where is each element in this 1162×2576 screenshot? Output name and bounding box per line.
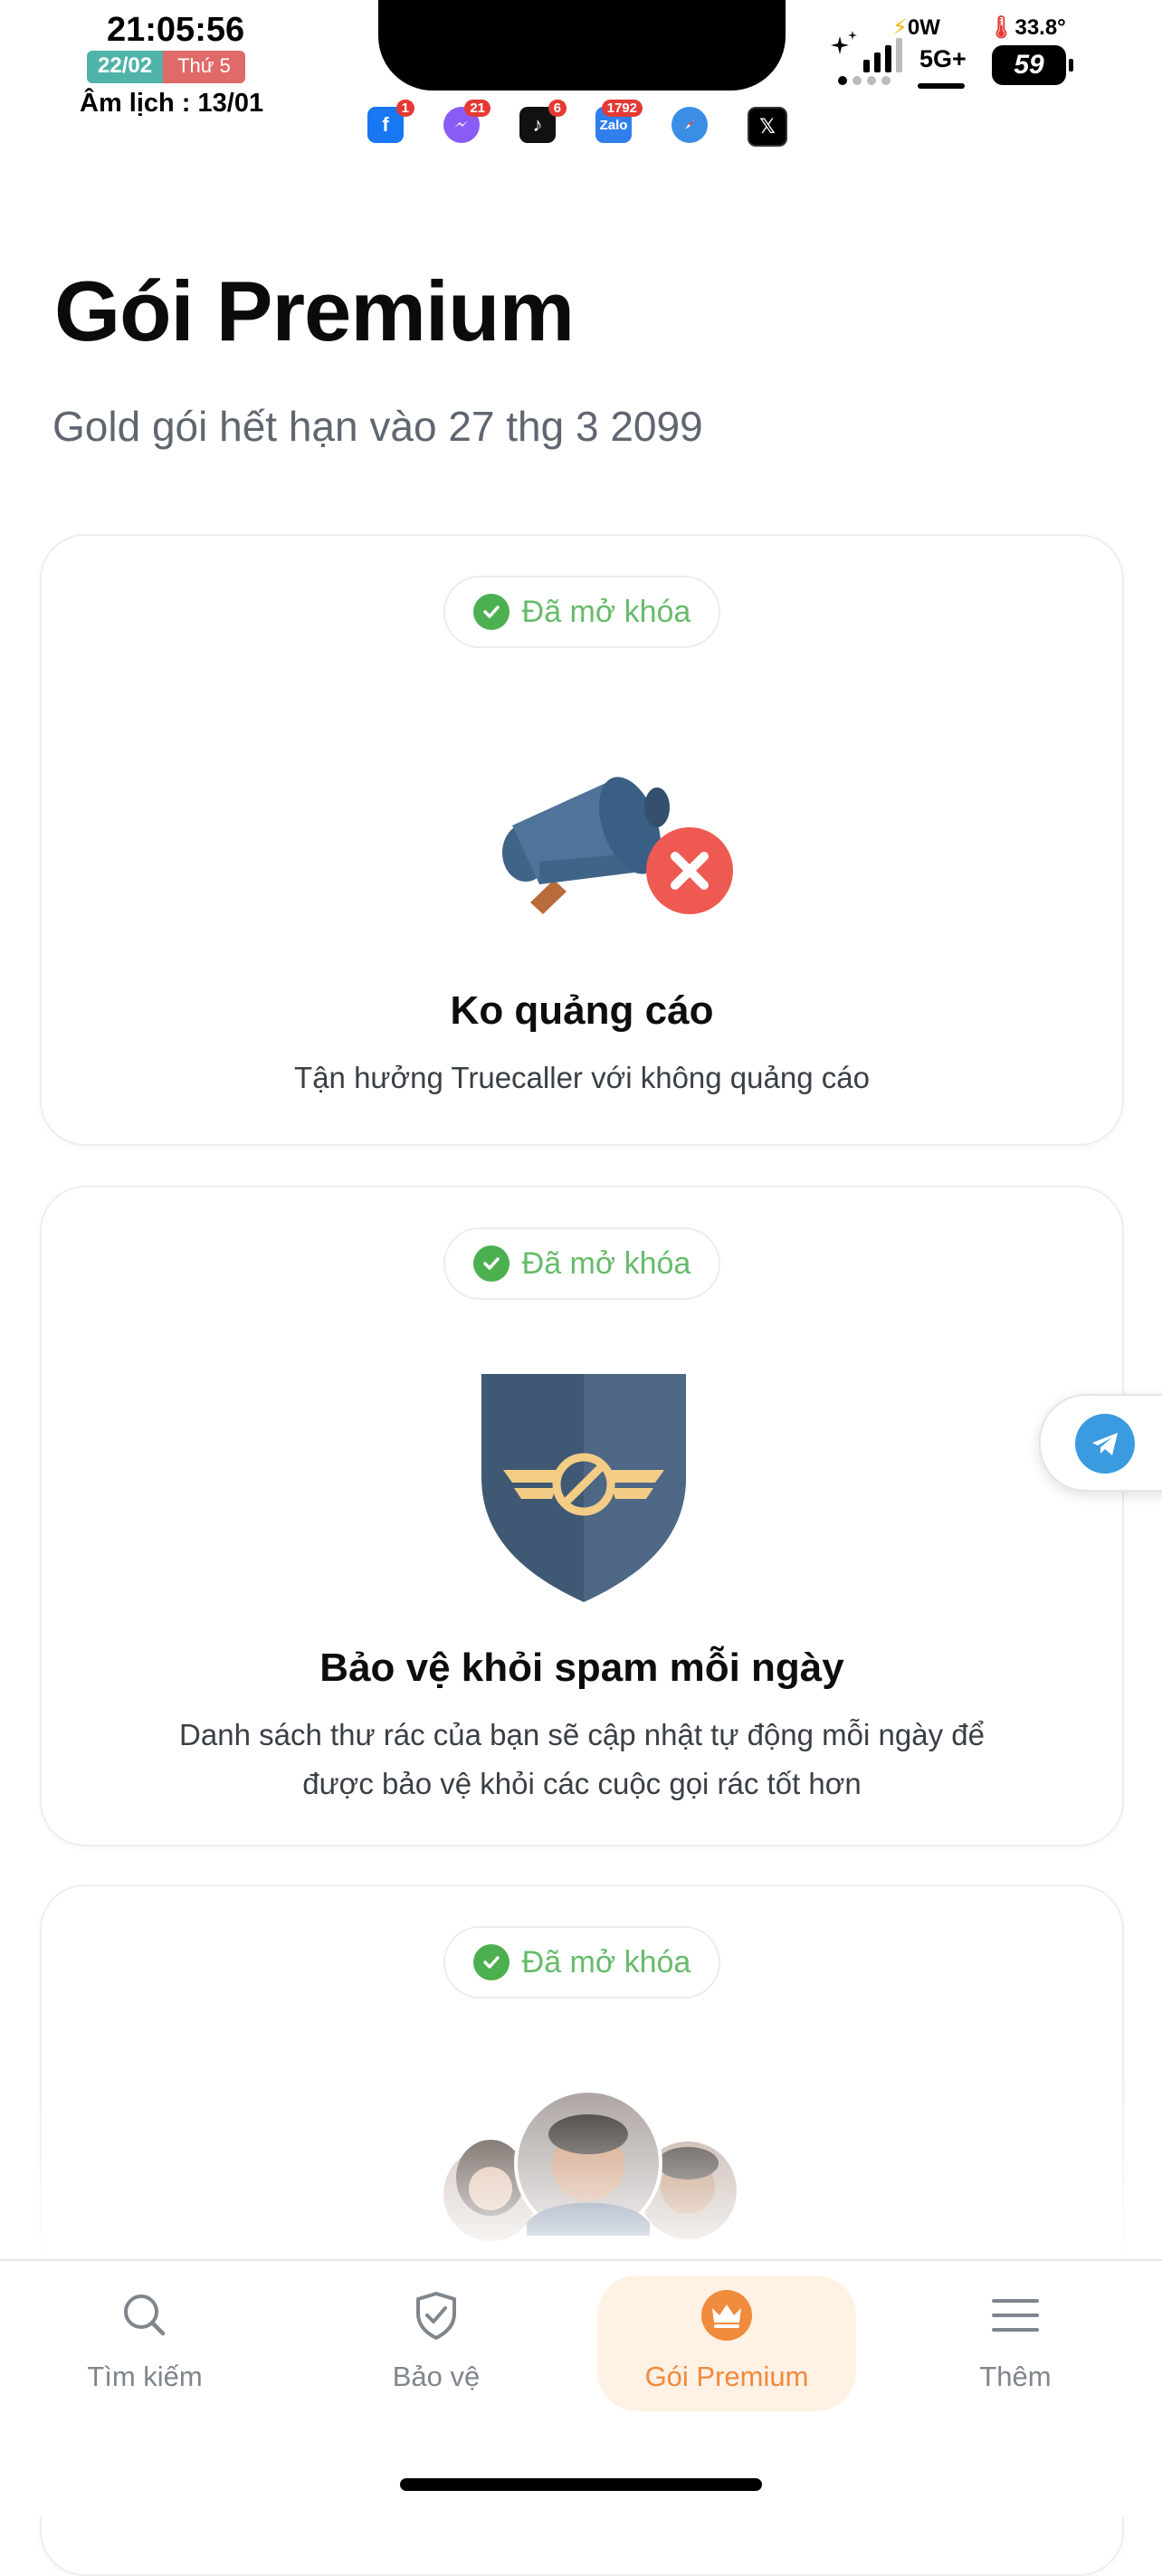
safari-icon[interactable] [671, 107, 708, 143]
date-badge: 22/02 Thứ 5 [87, 51, 245, 83]
system-indicators: ⚡0W 5G+ 🌡33.8° 59 [829, 11, 1082, 92]
tab-label: Tìm kiếm [87, 2361, 203, 2392]
telegram-icon [1075, 1414, 1135, 1474]
floating-telegram-shortcut[interactable] [1039, 1394, 1162, 1492]
unlocked-badge: Đã mở khóa [443, 1227, 720, 1300]
camera-notch [378, 0, 786, 91]
check-circle-icon [472, 1944, 510, 1980]
unlocked-label: Đã mở khóa [521, 594, 691, 629]
tab-search[interactable]: Tìm kiếm [27, 2261, 262, 2406]
tiktok-icon[interactable]: ♪ 6 [519, 100, 567, 143]
page-title: Gói Premium [54, 263, 575, 358]
temperature-readout: 🌡33.8° [987, 15, 1066, 40]
power-readout: ⚡0W [892, 15, 940, 40]
tab-more[interactable]: Thêm [898, 2261, 1133, 2406]
sim-dots [838, 76, 891, 85]
x-app-icon[interactable]: 𝕏 [748, 107, 787, 147]
tab-label: Bảo vệ [392, 2361, 481, 2392]
feature-card-no-ads: Đã mở khóa Ko quảng cáo Tận hưởng Trueca… [40, 534, 1124, 1146]
sparkle-icon [831, 31, 857, 54]
check-circle-icon [472, 594, 510, 630]
unlocked-label: Đã mở khóa [521, 1944, 691, 1980]
notification-app-icons: f 1 21 ♪ 6 Zalo 1792 𝕏 [367, 100, 802, 152]
clock: 21:05:56 [107, 11, 245, 49]
feature-card-spam-protection: Đã mở khóa Bảo vệ khỏi spam mỗi ngày Dan… [40, 1186, 1124, 1846]
tab-label: Thêm [979, 2361, 1052, 2392]
unlocked-badge: Đã mở khóa [443, 576, 720, 648]
facebook-icon[interactable]: f 1 [367, 100, 414, 143]
home-indicator [400, 2478, 762, 2491]
feature-title: Bảo vệ khỏi spam mỗi ngày [319, 1646, 844, 1690]
tiktok-badge: 6 [548, 100, 567, 117]
scroll-fade [0, 2073, 1162, 2263]
unlocked-badge: Đã mở khóa [443, 1926, 720, 1999]
megaphone-no-ads-icon [502, 777, 733, 914]
messenger-badge: 21 [464, 100, 491, 117]
weekday: Thứ 5 [163, 51, 245, 83]
tab-label: Gói Premium [644, 2361, 809, 2392]
feature-description: Tận hưởng Truecaller với không quảng cáo [294, 1061, 870, 1094]
facebook-badge: 1 [395, 100, 414, 117]
subscription-expiry: Gold gói hết hạn vào 27 thg 3 2099 [52, 403, 703, 450]
battery-icon: 59 [992, 45, 1073, 85]
network-type: 5G+ [919, 45, 967, 72]
zalo-icon[interactable]: Zalo 1792 [595, 100, 643, 143]
feature-title: Ko quảng cáo [450, 988, 714, 1033]
messenger-icon[interactable]: 21 [443, 100, 491, 143]
tab-protect[interactable]: Bảo vệ [319, 2261, 554, 2406]
shield-check-icon [416, 2292, 456, 2340]
spam-shield-icon [481, 1374, 686, 1602]
check-circle-icon [472, 1245, 510, 1282]
unlocked-label: Đã mở khóa [521, 1245, 691, 1281]
date: 22/02 [87, 51, 164, 83]
data-usage-bar [918, 83, 965, 89]
tab-premium[interactable]: Gói Premium [609, 2261, 844, 2406]
feature-description: Danh sách thư rác của bạn sẽ cập nhật tự… [179, 1718, 985, 1800]
signal-strength-icon [863, 38, 902, 72]
lunar-date: Âm lịch : 13/01 [80, 89, 264, 118]
search-icon [124, 2295, 166, 2336]
status-bar: 21:05:56 22/02 Thứ 5 Âm lịch : 13/01 f 1… [0, 0, 1162, 163]
crown-icon [701, 2290, 752, 2341]
menu-icon [992, 2299, 1039, 2332]
zalo-badge: 1792 [601, 100, 643, 117]
